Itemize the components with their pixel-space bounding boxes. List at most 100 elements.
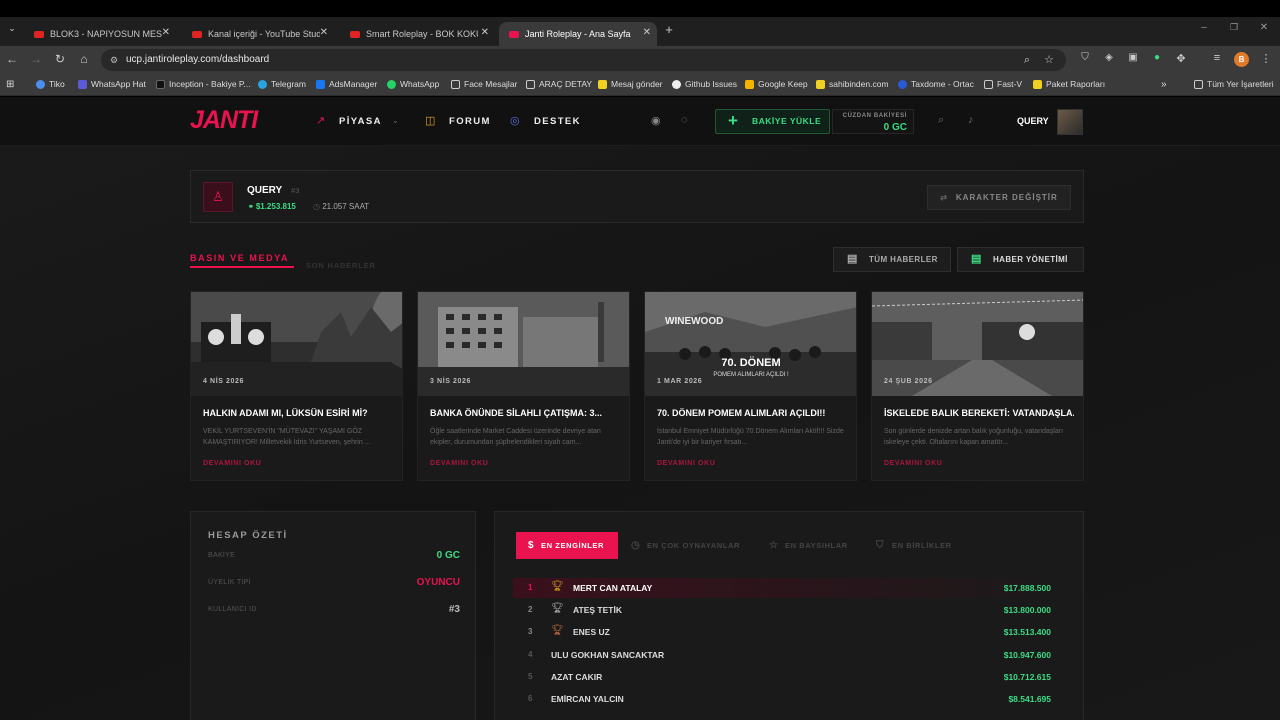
news-card[interactable]: 3 NİS 2026 BANKA ÖNÜNDE SİLAHLI ÇATIŞMA:…	[417, 291, 630, 481]
bookmark-item[interactable]: Inception - Bakiye P...	[156, 79, 251, 89]
trophy-bronze-icon: 🏆︎	[551, 625, 564, 636]
close-icon[interactable]: ✕	[643, 27, 651, 38]
user-avatar[interactable]	[1057, 109, 1083, 135]
close-icon[interactable]: ✕	[162, 27, 170, 38]
shield-icon: ⛉	[876, 540, 885, 551]
bookmark-folder[interactable]: Face Mesajlar	[451, 79, 517, 89]
leaderboard-row[interactable]: 6 EMİRCAN YALCIN $8.541.695	[513, 689, 1069, 709]
news-card[interactable]: 4 NİS 2026 HALKIN ADAMI MI, LÜKSÜN ESİRİ…	[190, 291, 403, 481]
bookmark-star-icon[interactable]: ☆	[1044, 49, 1054, 71]
profile-avatar[interactable]: B	[1234, 52, 1249, 67]
close-window-icon[interactable]: ✕	[1256, 22, 1272, 33]
bookmark-item[interactable]: Google Keep	[745, 79, 808, 89]
all-news-button[interactable]: ▤ TÜM HABERLER	[833, 247, 951, 272]
read-more-link[interactable]: DEVAMINI OKU	[657, 460, 715, 467]
reload-icon[interactable]: ↻	[52, 52, 68, 66]
janti-favicon-icon	[509, 30, 519, 38]
bookmarks-bar: ⊞ Tiko WhatsApp Hat Inception - Bakiye P…	[0, 74, 1280, 96]
browser-tab-4[interactable]: Janti Roleplay - Ana Sayfa ✕	[499, 22, 657, 46]
news-title: HALKIN ADAMI MI, LÜKSÜN ESİRİ Mİ?	[203, 408, 368, 418]
bookmark-folder[interactable]: ARAÇ DETAY	[526, 79, 592, 89]
address-bar[interactable]: ⚙ ucp.jantiroleplay.com/dashboard ⌕ ☆	[101, 49, 1066, 71]
nav-support[interactable]: DESTEK	[534, 116, 581, 127]
browser-tab-3[interactable]: Smart Roleplay - BOK KOKULU ✕	[340, 22, 495, 46]
zoom-icon[interactable]: ⌕	[1024, 49, 1030, 71]
screen: ⌄ BLOK3 - NAPIYOSUN MESELA ✕ Kanal içeri…	[0, 0, 1280, 720]
extension-ublock-icon[interactable]: ◈	[1101, 52, 1117, 63]
leaderboard-row[interactable]: 2 🏆︎ ATEŞ TETİK $13.800.000	[513, 600, 1069, 620]
bookmark-item[interactable]: Github Issues	[672, 79, 737, 89]
extension-box-icon[interactable]: ▣	[1125, 52, 1141, 63]
winewood-sign: WINEWOOD	[665, 316, 723, 327]
tab-search-icon[interactable]: ⌄	[4, 23, 20, 34]
restore-icon[interactable]: ❐	[1226, 22, 1242, 33]
news-date: 3 NİS 2026	[430, 378, 472, 385]
apps-grid-icon[interactable]: ⊞	[6, 79, 14, 90]
news-card[interactable]: WINEWOOD 70. DÖNEM POMEM ALIMLARI AÇILDI…	[644, 291, 857, 481]
extension-shield-icon[interactable]: ⛉	[1077, 52, 1093, 63]
load-balance-button[interactable]: + BAKİYE YÜKLE	[715, 109, 830, 134]
character-hours: ◷ 21.057 SAAT	[313, 202, 370, 211]
news-title: BANKA ÖNÜNDE SİLAHLI ÇATIŞMA: 3...	[430, 408, 602, 418]
minimize-icon[interactable]: –	[1196, 22, 1212, 33]
media-control-icon[interactable]: ≡	[1209, 52, 1225, 64]
close-icon[interactable]: ✕	[481, 27, 489, 38]
whatsapp-icon[interactable]: ◌	[681, 114, 688, 126]
tab-top-rated[interactable]: ☆ EN BAYSIHLAR	[757, 532, 848, 559]
chevron-down-icon[interactable]: ⌄	[392, 116, 399, 125]
nav-market[interactable]: PİYASA	[339, 116, 382, 127]
news-card[interactable]: 24 ŞUB 2026 İSKELEDE BALIK BEREKETİ: VAT…	[871, 291, 1084, 481]
bookmark-item[interactable]: Telegram	[258, 79, 306, 89]
all-bookmarks-folder[interactable]: Tüm Yer İşaretleri	[1194, 79, 1274, 89]
change-character-button[interactable]: ⇄ KARAKTER DEĞİŞTİR	[927, 185, 1071, 210]
tab-groups[interactable]: ⛉ EN BİRLİKLER	[864, 532, 952, 559]
news-excerpt: Öğle saatlerinde Market Caddesi üzerinde…	[430, 428, 601, 446]
tab-richest[interactable]: $ EN ZENGİNLER	[516, 532, 619, 559]
bookmark-item[interactable]: AdsManager	[316, 79, 377, 89]
news-date: 4 NİS 2026	[203, 378, 245, 385]
edit-news-icon: ▤	[971, 253, 982, 265]
tab-media[interactable]: BASIN VE MEDYA	[190, 253, 289, 263]
forward-icon[interactable]: →	[28, 52, 44, 66]
youtube-icon	[350, 30, 360, 38]
bookmark-favicon-icon	[598, 79, 607, 89]
close-icon[interactable]: ✕	[320, 27, 328, 38]
bookmark-item[interactable]: WhatsApp Hat	[78, 79, 146, 89]
leaderboard-row[interactable]: 3 🏆︎ ENES UZ $13.513.400	[513, 622, 1069, 642]
site-info-icon[interactable]: ⚙	[110, 49, 118, 71]
more-bookmarks-icon[interactable]: »	[1161, 79, 1167, 90]
bookmark-folder[interactable]: Fast-V	[984, 79, 1022, 89]
browser-tab-1[interactable]: BLOK3 - NAPIYOSUN MESELA ✕	[24, 22, 176, 46]
bell-icon[interactable]: ♪	[968, 114, 974, 126]
home-icon[interactable]: ⌂	[76, 52, 92, 66]
leaderboard-row[interactable]: 1 🏆︎ MERT CAN ATALAY $17.888.500	[513, 578, 1069, 598]
tab-latest-news[interactable]: SON HABERLER	[306, 261, 376, 270]
extension-green-icon[interactable]: ●	[1149, 52, 1165, 63]
new-tab-icon[interactable]: +	[661, 22, 677, 37]
discord-icon[interactable]: ◉	[651, 114, 661, 127]
bookmark-item[interactable]: sahibinden.com	[816, 79, 889, 89]
bookmark-item[interactable]: Tiko	[36, 79, 65, 89]
leaderboard-row[interactable]: 5 AZAT CAKIR $10.712.615	[513, 667, 1069, 687]
bookmark-favicon-icon	[1033, 79, 1042, 89]
news-admin-button[interactable]: ▤ HABER YÖNETİMİ	[957, 247, 1084, 272]
nav-forum[interactable]: FORUM	[449, 116, 491, 127]
back-icon[interactable]: ←	[4, 52, 20, 66]
bookmark-item[interactable]: Taxdome - Ortac	[898, 79, 974, 89]
leaderboard-row[interactable]: 4 ULU GOKHAN SANCAKTAR $10.947.600	[513, 645, 1069, 665]
read-more-link[interactable]: DEVAMINI OKU	[884, 460, 942, 467]
tab-most-played[interactable]: ◷ EN ÇOK OYNAYANLAR	[619, 532, 740, 559]
tab-strip: ⌄ BLOK3 - NAPIYOSUN MESELA ✕ Kanal içeri…	[0, 17, 1280, 46]
bookmark-item[interactable]: Paket Raporları	[1033, 79, 1105, 89]
bookmark-item[interactable]: WhatsApp	[387, 79, 439, 89]
janti-logo[interactable]: JANTI	[190, 106, 258, 135]
bookmark-item[interactable]: Mesaj gönder	[598, 79, 663, 89]
extensions-puzzle-icon[interactable]: ✥	[1173, 52, 1189, 65]
read-more-link[interactable]: DEVAMINI OKU	[203, 460, 261, 467]
menu-dots-icon[interactable]: ⋮	[1258, 52, 1274, 65]
search-icon[interactable]: ⌕	[938, 114, 944, 127]
nav-username[interactable]: QUERY	[1017, 116, 1049, 126]
browser-tab-2[interactable]: Kanal içeriği - YouTube Studio ✕	[182, 22, 334, 46]
wallet-balance: CÜZDAN BAKİYESİ 0 GC	[832, 109, 914, 134]
read-more-link[interactable]: DEVAMINI OKU	[430, 460, 488, 467]
